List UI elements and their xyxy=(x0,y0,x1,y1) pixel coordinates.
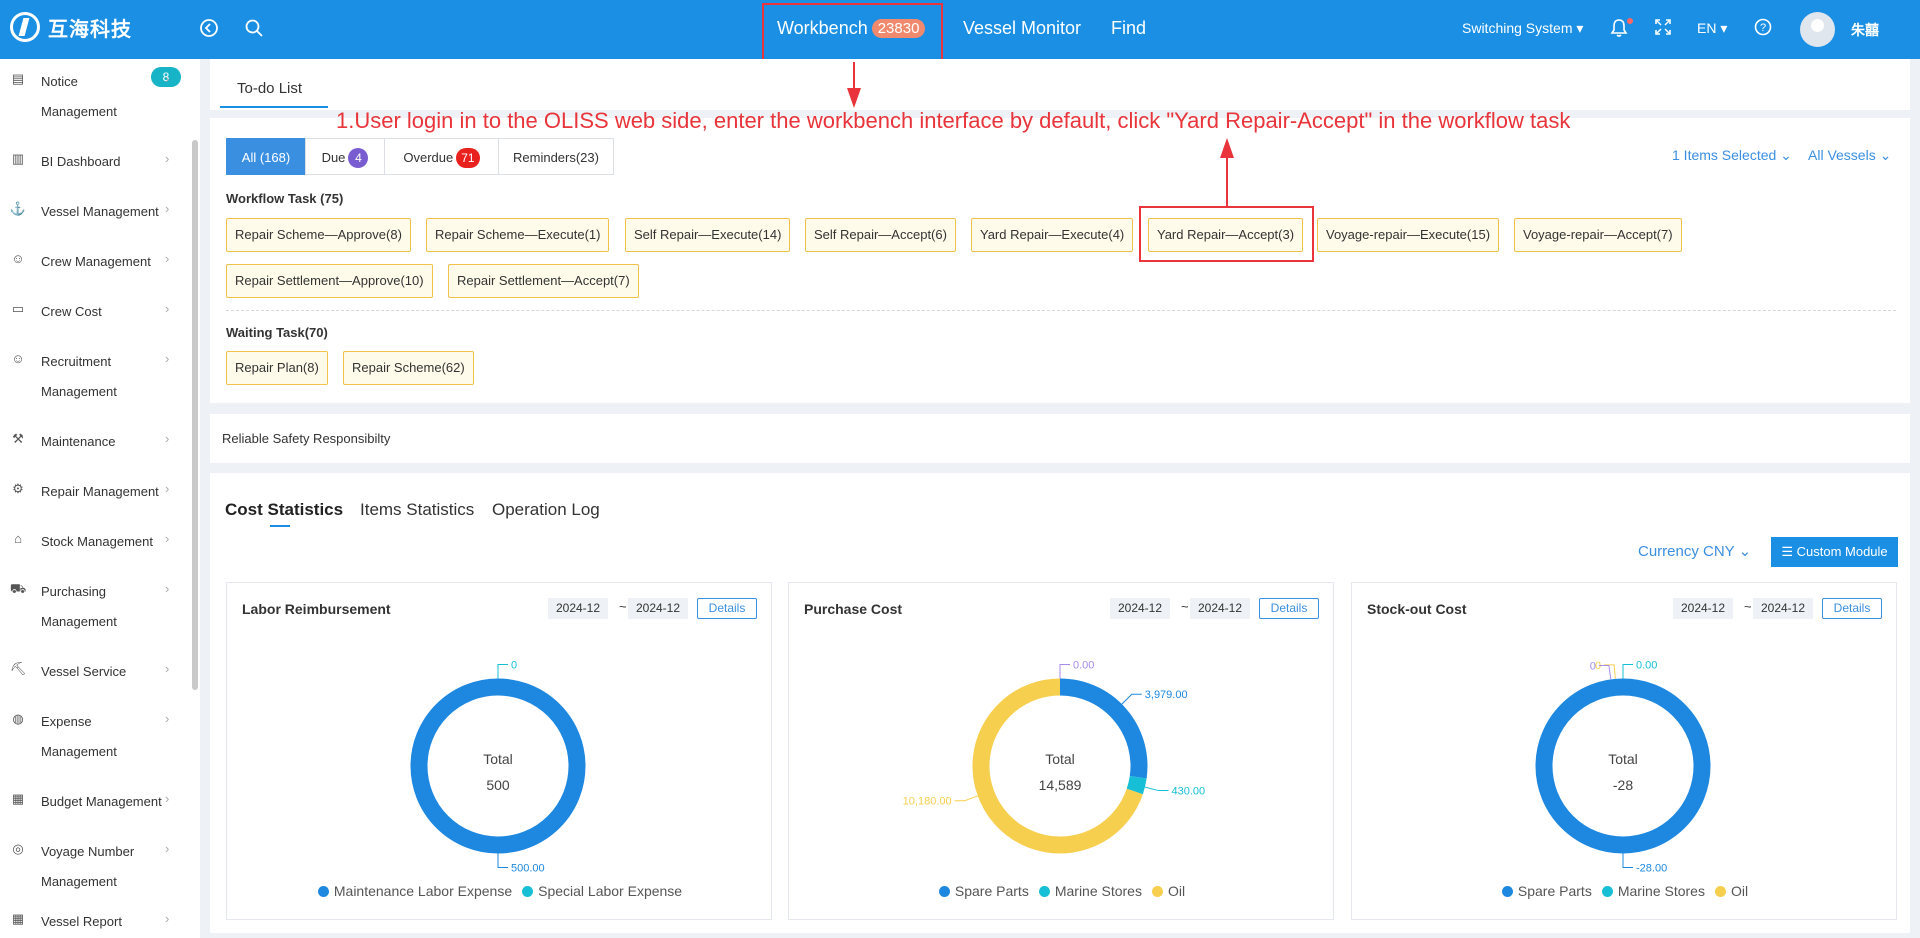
legend-item[interactable]: Marine Stores xyxy=(1601,883,1705,899)
label-leader-line xyxy=(497,853,508,868)
donut-total-label: Total xyxy=(1045,751,1075,767)
donut-chart: Total 500 500.00 0 xyxy=(410,660,586,875)
legend-item[interactable]: Spare Parts xyxy=(1501,883,1592,899)
legend-item[interactable]: Spare Parts xyxy=(938,883,1029,899)
legend-dot-icon xyxy=(1601,886,1613,897)
legend-dot-icon xyxy=(317,886,329,897)
slogan-panel xyxy=(210,414,1910,463)
chart-legend: Maintenance Labor Expense Special Labor E… xyxy=(227,883,773,899)
data-label: 0 xyxy=(511,660,517,672)
data-label: 0 xyxy=(1590,660,1596,672)
data-label: -28.00 xyxy=(1636,863,1667,875)
legend-item[interactable]: Oil xyxy=(1151,883,1186,899)
chart-legend: Spare Parts Marine Stores Oil xyxy=(789,883,1335,899)
legend-item[interactable]: Maintenance Labor Expense xyxy=(317,883,513,899)
data-label: 10,180.00 xyxy=(903,796,952,808)
donut-total-label: Total xyxy=(1608,751,1638,767)
label-leader-line xyxy=(1622,664,1633,679)
legend-dot-icon xyxy=(938,886,950,897)
tab-items-statistics[interactable]: Items Statistics xyxy=(360,500,474,520)
yard-repair-accept-highlight-box xyxy=(1139,206,1314,262)
label-leader-line xyxy=(1144,786,1169,792)
custom-module-button[interactable]: ☰ Custom Module xyxy=(1771,537,1898,567)
legend-label: Oil xyxy=(1730,883,1749,899)
label-leader-line xyxy=(1622,853,1633,868)
currency-dropdown[interactable]: Currency CNY ⌄ xyxy=(1638,542,1751,560)
legend-dot-icon xyxy=(522,886,534,897)
legend-label: Spare Parts xyxy=(954,883,1029,899)
legend-item[interactable]: Marine Stores xyxy=(1038,883,1142,899)
legend-label: Spare Parts xyxy=(1517,883,1592,899)
donut-total-label: Total xyxy=(483,751,513,767)
data-label: 0.00 xyxy=(1636,660,1657,672)
donut-total-value: 14,589 xyxy=(1039,777,1082,793)
cost-card: Stock-out Cost 2024-12 ~2024-12 Details Tota… xyxy=(1351,582,1897,920)
data-label: 0.00 xyxy=(1073,660,1094,672)
currency-label: Currency CNY xyxy=(1638,543,1735,560)
legend-dot-icon xyxy=(1714,886,1726,897)
label-leader-line xyxy=(954,795,978,802)
label-leader-line xyxy=(1121,693,1142,705)
cost-card: Purchase Cost 2024-12 ~2024-12 Details Total… xyxy=(788,582,1334,920)
legend-item[interactable]: Special Labor Expense xyxy=(522,883,682,899)
legend-label: Maintenance Labor Expense xyxy=(333,883,513,899)
donut-total-value: 500 xyxy=(486,777,510,793)
legend-label: Special Labor Expense xyxy=(538,883,683,899)
chevron-down-icon: ⌄ xyxy=(1738,543,1752,560)
legend-dot-icon xyxy=(1501,886,1513,897)
donut-chart: Total 14,589 3,979.00 430.00 10,180.00 0.00 xyxy=(903,660,1205,854)
data-label: 500.00 xyxy=(511,863,545,875)
sliders-icon: ☰ xyxy=(1781,544,1793,559)
donut-chart: Total-28-28.000.0000 xyxy=(1535,660,1711,875)
legend-label: Marine Stores xyxy=(1617,883,1705,899)
chart-legend: Spare Parts Marine Stores Oil xyxy=(1352,883,1898,899)
stats-tab-underline xyxy=(270,525,290,527)
data-label: 430.00 xyxy=(1171,786,1205,798)
legend-dot-icon xyxy=(1038,886,1050,897)
legend-label: Oil xyxy=(1167,883,1186,899)
label-leader-line xyxy=(1059,664,1070,679)
legend-dot-icon xyxy=(1151,886,1163,897)
slogan-text: Reliable Safety Responsibilty xyxy=(222,431,391,446)
label-leader-line xyxy=(497,664,508,679)
donut-segment[interactable] xyxy=(1126,775,1147,795)
tab-cost-statistics[interactable]: Cost Statistics xyxy=(225,500,343,520)
data-label: 3,979.00 xyxy=(1145,689,1188,701)
cost-card: Labor Reimbursement 2024-12 ~2024-12 Detail… xyxy=(226,582,772,920)
legend-label: Marine Stores xyxy=(1054,883,1142,899)
donut-total-value: -28 xyxy=(1613,777,1633,793)
custom-module-label: Custom Module xyxy=(1796,544,1888,559)
legend-item[interactable]: Oil xyxy=(1714,883,1749,899)
tab-operation-log[interactable]: Operation Log xyxy=(492,500,600,520)
